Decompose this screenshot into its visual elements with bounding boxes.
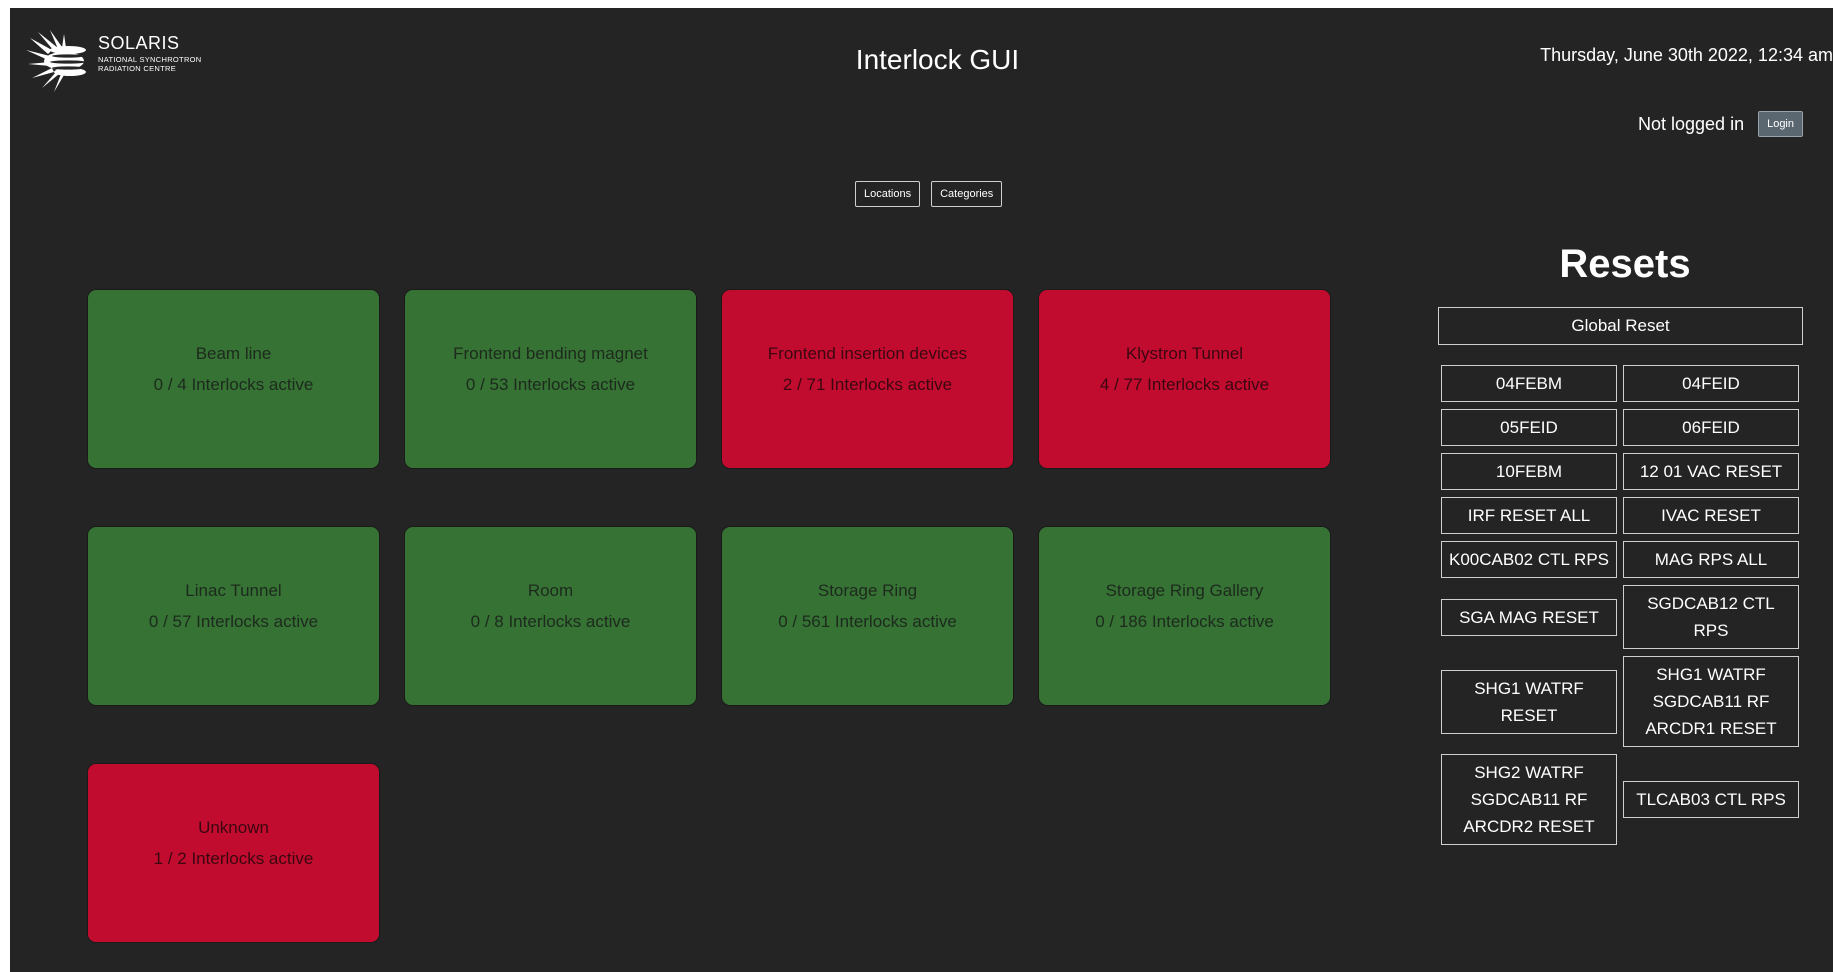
location-card-count: 0 / 561 Interlocks active xyxy=(778,611,957,631)
auth-status: Not logged in xyxy=(1638,113,1745,134)
reset-button[interactable]: K00CAB02 CTL RPS xyxy=(1441,541,1617,578)
location-cards: Beam line 0 / 4 Interlocks active Frontend… xyxy=(87,289,1347,943)
reset-button[interactable]: SHG1 WATRF SGDCAB11 RF ARCDR1 RESET xyxy=(1623,656,1799,747)
location-card[interactable]: Room 0 / 8 Interlocks active xyxy=(404,526,697,706)
locations-button[interactable]: Locations xyxy=(855,181,921,207)
auth-area: Not logged in Login xyxy=(1638,111,1803,137)
location-card[interactable]: Linac Tunnel 0 / 57 Interlocks active xyxy=(87,526,380,706)
location-card-name: Unknown xyxy=(198,817,269,837)
reset-button[interactable]: 10FEBM xyxy=(1441,453,1617,490)
categories-button[interactable]: Categories xyxy=(931,181,1003,207)
location-card[interactable]: Unknown 1 / 2 Interlocks active xyxy=(87,763,380,943)
reset-button[interactable]: 04FEBM xyxy=(1441,365,1617,402)
view-toggle: Locations Categories xyxy=(855,181,1003,207)
location-card-count: 2 / 71 Interlocks active xyxy=(782,374,953,394)
reset-button[interactable]: SHG1 WATRF RESET xyxy=(1441,669,1617,734)
reset-button[interactable]: 06FEID xyxy=(1623,409,1799,446)
reset-button[interactable]: TLCAB03 CTL RPS xyxy=(1623,781,1799,818)
global-reset-button[interactable]: Global Reset xyxy=(1438,307,1803,345)
reset-button[interactable]: 05FEID xyxy=(1441,409,1617,446)
resets-panel: Resets Global Reset 04FEBM 04FEID 05FEID 06… xyxy=(1438,234,1812,845)
reset-button[interactable]: 12 01 VAC RESET xyxy=(1623,453,1799,490)
solaris-logo: SOLARIS NATIONAL SYNCHROTRON RADIATION C… xyxy=(24,28,202,94)
location-card-count: 0 / 4 Interlocks active xyxy=(153,374,314,394)
location-card[interactable]: Beam line 0 / 4 Interlocks active xyxy=(87,289,380,469)
reset-button[interactable]: SGA MAG RESET xyxy=(1441,598,1617,636)
page-title: Interlock GUI xyxy=(855,44,1020,75)
location-card-count: 0 / 53 Interlocks active xyxy=(465,374,636,394)
location-card-count: 0 / 8 Interlocks active xyxy=(470,611,631,631)
reset-button[interactable]: SGDCAB12 CTL RPS xyxy=(1623,585,1799,649)
logo-subtitle-line2: RADIATION CENTRE xyxy=(98,64,176,73)
location-card[interactable]: Storage Ring Gallery 0 / 186 Interlocks a… xyxy=(1038,526,1331,706)
datetime: Thursday, June 30th 2022, 12:34 am xyxy=(1540,45,1833,65)
location-card[interactable]: Storage Ring 0 / 561 Interlocks active xyxy=(721,526,1014,706)
logo-text: SOLARIS NATIONAL SYNCHROTRON RADIATION C… xyxy=(98,34,202,73)
location-card[interactable]: Frontend bending magnet 0 / 53 Interlocks… xyxy=(404,289,697,469)
reset-button[interactable]: SHG2 WATRF SGDCAB11 RF ARCDR2 RESET xyxy=(1441,754,1617,845)
solaris-logo-icon xyxy=(26,30,86,92)
logo-name: SOLARIS xyxy=(98,33,180,53)
reset-button[interactable]: 04FEID xyxy=(1623,365,1799,402)
location-card-name: Storage Ring xyxy=(817,580,918,600)
app-window: SOLARIS NATIONAL SYNCHROTRON RADIATION C… xyxy=(10,8,1833,972)
location-card-name: Storage Ring Gallery xyxy=(1105,580,1264,600)
location-card-count: 4 / 77 Interlocks active xyxy=(1099,374,1270,394)
location-card[interactable]: Frontend insertion devices 2 / 71 Interlo… xyxy=(721,289,1014,469)
location-card-name: Linac Tunnel xyxy=(185,580,282,600)
location-card-count: 1 / 2 Interlocks active xyxy=(153,848,314,868)
location-card[interactable]: Klystron Tunnel 4 / 77 Interlocks active xyxy=(1038,289,1331,469)
location-card-name: Frontend insertion devices xyxy=(767,343,968,363)
location-card-count: 0 / 57 Interlocks active xyxy=(148,611,319,631)
location-card-name: Beam line xyxy=(195,343,272,363)
location-card-name: Klystron Tunnel xyxy=(1125,343,1244,363)
location-card-count: 0 / 186 Interlocks active xyxy=(1095,611,1274,631)
reset-button[interactable]: IVAC RESET xyxy=(1623,497,1799,534)
resets-title: Resets xyxy=(1559,242,1691,286)
login-button[interactable]: Login xyxy=(1758,111,1803,137)
location-card-name: Room xyxy=(527,580,574,600)
reset-button[interactable]: IRF RESET ALL xyxy=(1441,497,1617,534)
reset-button-grid: 04FEBM 04FEID 05FEID 06FEID 10FEBM 12 01 VAC … xyxy=(1441,365,1801,845)
location-card-name: Frontend bending magnet xyxy=(453,343,648,363)
logo-subtitle-line1: NATIONAL SYNCHROTRON xyxy=(98,55,202,64)
reset-button[interactable]: MAG RPS ALL xyxy=(1623,541,1799,578)
